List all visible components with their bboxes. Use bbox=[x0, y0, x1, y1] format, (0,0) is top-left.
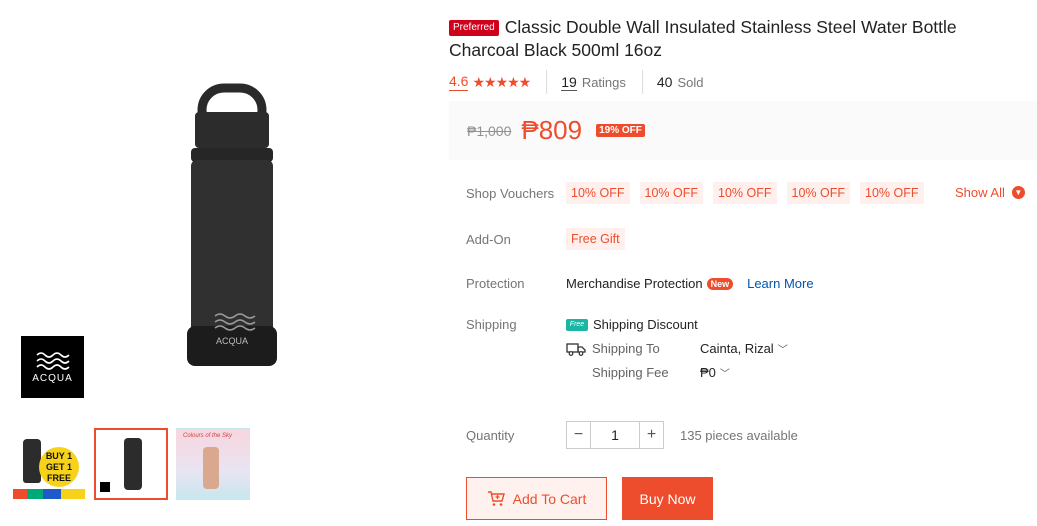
brand-logo-text: ACQUA bbox=[32, 372, 73, 384]
truck-icon bbox=[566, 342, 586, 356]
buy-now-button[interactable]: Buy Now bbox=[622, 477, 713, 520]
free-gift-chip[interactable]: Free Gift bbox=[566, 228, 625, 250]
thumbnail-strip: BUY 1 GET 1 FREE Colours of the Sky bbox=[12, 428, 250, 500]
rating-score[interactable]: 4.6 bbox=[449, 73, 469, 91]
quantity-stepper: − 1 + 135 pieces available bbox=[566, 421, 798, 449]
shipping-fee-value: ₱0 bbox=[700, 365, 716, 380]
rating-summary: 4.6 ★★★★★ 19 Ratings 40 Sold bbox=[449, 70, 704, 94]
chevron-down-icon: ▼ bbox=[1011, 186, 1025, 199]
vouchers-label: Shop Vouchers bbox=[466, 186, 555, 201]
shipping-location-value: Cainta, Rizal bbox=[700, 341, 774, 356]
promo-badge: BUY 1 GET 1 FREE bbox=[39, 447, 79, 487]
star-rating-icon: ★★★★★ bbox=[472, 73, 531, 90]
shipping-fee-dropdown[interactable]: ₱0 ﹀ bbox=[700, 365, 730, 380]
decrease-quantity-button[interactable]: − bbox=[566, 421, 591, 449]
voucher-list: 10% OFF 10% OFF 10% OFF 10% OFF 10% OFF bbox=[566, 182, 924, 204]
quantity-label: Quantity bbox=[466, 428, 515, 443]
protection-info: Merchandise Protection New Learn More bbox=[566, 276, 814, 291]
thumbnail-1[interactable]: BUY 1 GET 1 FREE bbox=[12, 428, 86, 500]
learn-more-link[interactable]: Learn More bbox=[747, 276, 813, 291]
wave-logo-icon bbox=[35, 351, 70, 370]
quantity-input[interactable]: 1 bbox=[591, 421, 639, 449]
chevron-down-icon: ﹀ bbox=[777, 345, 788, 356]
new-badge: New bbox=[706, 277, 734, 290]
add-to-cart-label: Add To Cart bbox=[512, 490, 587, 507]
sold-label: Sold bbox=[677, 74, 704, 90]
add-to-cart-button[interactable]: Add To Cart bbox=[466, 477, 607, 520]
shipping-location-dropdown[interactable]: Cainta, Rizal ﹀ bbox=[700, 341, 788, 356]
thumbnail-bottle bbox=[124, 438, 142, 490]
shipping-discount: Free Shipping Discount bbox=[566, 317, 698, 332]
sold-count: 40 bbox=[656, 74, 673, 90]
cart-plus-icon bbox=[487, 490, 505, 506]
shipping-fee: Shipping Fee ₱0 ﹀ bbox=[566, 365, 730, 380]
show-all-vouchers-button[interactable]: Show All ▼ bbox=[955, 185, 1025, 200]
shipping-label: Shipping bbox=[466, 317, 517, 332]
product-title-text: Classic Double Wall Insulated Stainless … bbox=[449, 17, 957, 60]
voucher-chip[interactable]: 10% OFF bbox=[860, 182, 924, 204]
original-price: ₱1,000 bbox=[467, 122, 512, 139]
bottle-image: ACQUA bbox=[187, 83, 277, 366]
current-price: ₱809 bbox=[521, 115, 583, 145]
preferred-badge: Preferred bbox=[449, 20, 499, 36]
thumbnail-2[interactable] bbox=[94, 428, 168, 500]
protection-label: Protection bbox=[466, 276, 525, 291]
show-all-label: Show All bbox=[955, 185, 1005, 200]
shipping-fee-label: Shipping Fee bbox=[592, 365, 669, 380]
brand-logo: ACQUA bbox=[21, 336, 84, 398]
stock-available: 135 pieces available bbox=[680, 427, 798, 443]
ratings-count[interactable]: 19 bbox=[561, 74, 577, 91]
product-title: Preferred Classic Double Wall Insulated S… bbox=[449, 16, 1009, 62]
voucher-chip[interactable]: 10% OFF bbox=[639, 182, 703, 204]
shipping-to: Shipping To Cainta, Rizal ﹀ bbox=[566, 341, 788, 356]
thumbnail-bottle bbox=[203, 447, 219, 489]
ratings-label: Ratings bbox=[581, 74, 626, 90]
voucher-chip[interactable]: 10% OFF bbox=[786, 182, 850, 204]
free-shipping-icon: Free bbox=[566, 318, 588, 331]
promo-strip bbox=[13, 489, 85, 499]
bottle-brand-label: ACQUA bbox=[216, 336, 248, 346]
voucher-chip[interactable]: 10% OFF bbox=[566, 182, 630, 204]
price-section: ₱1,000 ₱809 19% OFF bbox=[449, 101, 1037, 160]
thumbnail-logo bbox=[100, 482, 110, 492]
divider bbox=[641, 70, 643, 94]
voucher-chip[interactable]: 10% OFF bbox=[713, 182, 777, 204]
buy-now-label: Buy Now bbox=[639, 490, 696, 507]
thumbnail-bottle bbox=[23, 439, 41, 483]
divider bbox=[546, 70, 548, 94]
chevron-down-icon: ﹀ bbox=[719, 369, 730, 380]
addon-label: Add-On bbox=[466, 232, 511, 247]
thumbnail-3[interactable]: Colours of the Sky bbox=[176, 428, 250, 500]
shipping-discount-text: Shipping Discount bbox=[593, 317, 698, 332]
increase-quantity-button[interactable]: + bbox=[639, 421, 664, 449]
protection-value: Merchandise Protection bbox=[566, 276, 703, 291]
shipping-to-label: Shipping To bbox=[592, 341, 660, 356]
discount-badge: 19% OFF bbox=[596, 124, 645, 137]
thumbnail-caption: Colours of the Sky bbox=[183, 433, 233, 439]
